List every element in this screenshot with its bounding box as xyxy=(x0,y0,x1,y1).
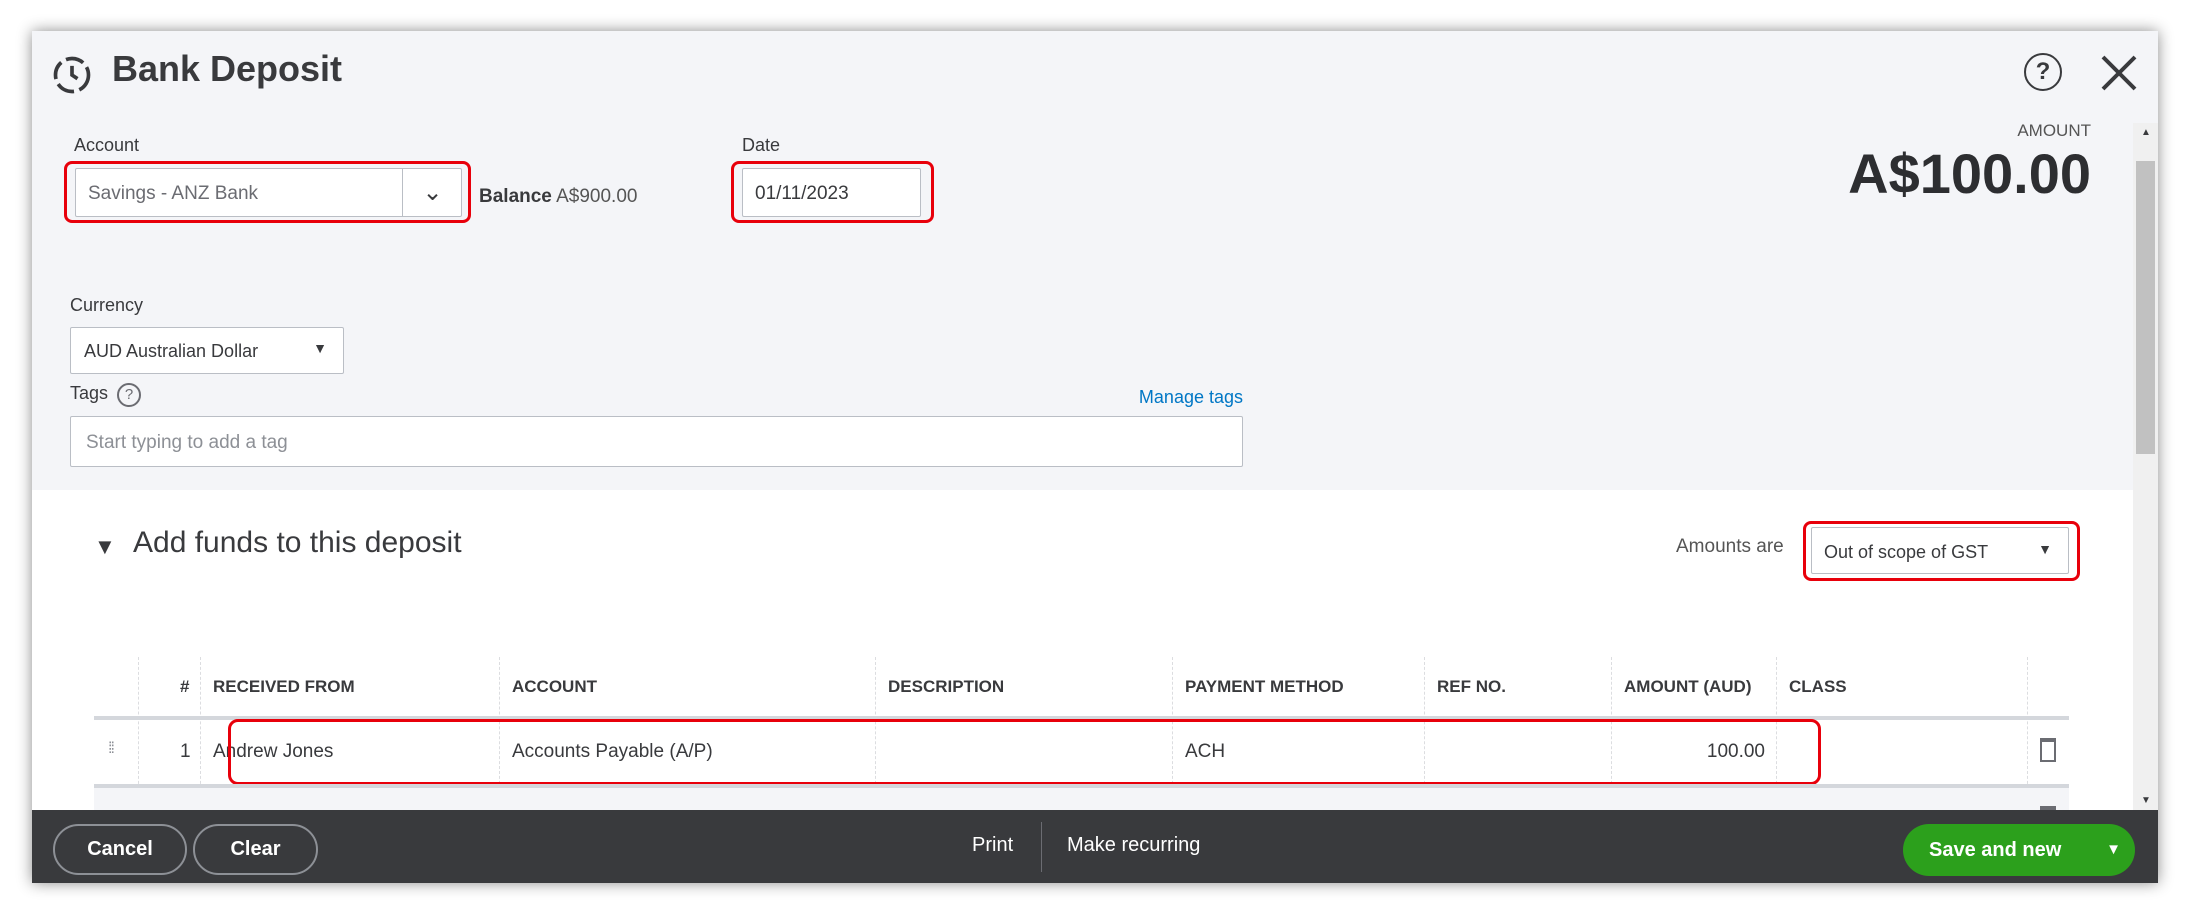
amounts-are-label: Amounts are xyxy=(1676,536,1784,557)
tags-placeholder: Start typing to add a tag xyxy=(86,432,288,453)
col-account: ACCOUNT xyxy=(512,677,597,696)
trash-icon[interactable] xyxy=(2040,738,2056,762)
amount-label: AMOUNT xyxy=(2017,121,2091,140)
collapse-triangle-icon[interactable]: ▼ xyxy=(94,534,116,560)
amounts-are-value: Out of scope of GST xyxy=(1824,542,1989,562)
close-icon[interactable] xyxy=(2099,53,2139,93)
account-select[interactable]: Savings - ANZ Bank ⌄ xyxy=(75,168,462,217)
currency-label: Currency xyxy=(70,295,144,315)
col-ref-no: REF NO. xyxy=(1437,677,1506,696)
col-amount: AMOUNT (AUD) xyxy=(1624,677,1752,696)
tags-help-icon[interactable]: ? xyxy=(117,383,142,407)
col-payment-method: PAYMENT METHOD xyxy=(1185,677,1344,696)
manage-tags-link[interactable]: Manage tags xyxy=(1139,387,1243,408)
date-value: 01/11/2023 xyxy=(755,183,849,204)
total-amount: A$100.00 xyxy=(1848,142,2091,205)
save-and-new-button[interactable]: Save and new ▼ xyxy=(1903,824,2135,876)
page-title: Bank Deposit xyxy=(112,48,343,89)
tags-label: Tags xyxy=(70,383,109,403)
account-label: Account xyxy=(74,135,140,155)
tags-input[interactable]: Start typing to add a tag xyxy=(70,416,1243,467)
save-and-new-label: Save and new xyxy=(1929,839,2062,861)
row-num: 1 xyxy=(180,741,191,762)
chevron-down-icon[interactable]: ⌄ xyxy=(402,169,462,216)
account-value: Savings - ANZ Bank xyxy=(88,183,259,204)
footer-bar: Cancel Clear Print Make recurring Save a… xyxy=(32,810,2158,883)
caret-down-icon: ▼ xyxy=(313,340,327,356)
col-num: # xyxy=(180,677,190,696)
cancel-button[interactable]: Cancel xyxy=(53,824,187,875)
col-description: DESCRIPTION xyxy=(888,677,1005,696)
scrollbar-thumb[interactable] xyxy=(2136,161,2155,454)
bank-deposit-icon xyxy=(53,56,91,94)
scrollbar[interactable]: ▲ ▼ xyxy=(2133,123,2158,810)
print-button[interactable]: Print xyxy=(972,834,1013,857)
balance-value: A$900.00 xyxy=(556,186,638,207)
table-header: # RECEIVED FROM ACCOUNT DESCRIPTION PAYM… xyxy=(94,657,2069,716)
currency-select[interactable]: AUD Australian Dollar ▼ xyxy=(70,327,344,374)
clear-button[interactable]: Clear xyxy=(193,824,318,875)
col-class: CLASS xyxy=(1789,677,1847,696)
row-highlight xyxy=(228,719,1821,785)
date-input[interactable]: 01/11/2023 xyxy=(742,168,921,217)
caret-down-icon: ▼ xyxy=(2038,541,2052,557)
date-label: Date xyxy=(742,135,781,155)
drag-handle-icon[interactable]: ⁞⁞ xyxy=(108,740,115,758)
save-options-caret-icon[interactable]: ▼ xyxy=(2106,841,2121,858)
currency-value: AUD Australian Dollar xyxy=(84,341,259,361)
section-title: Add funds to this deposit xyxy=(133,526,462,559)
col-received-from: RECEIVED FROM xyxy=(213,677,355,696)
bank-deposit-dialog: Bank Deposit ? Account Savings - ANZ Ban… xyxy=(32,31,2158,883)
amounts-are-select[interactable]: Out of scope of GST ▼ xyxy=(1811,527,2069,574)
balance-label: Balance xyxy=(479,186,552,207)
make-recurring-button[interactable]: Make recurring xyxy=(1067,834,1200,857)
help-icon[interactable]: ? xyxy=(2024,53,2062,91)
